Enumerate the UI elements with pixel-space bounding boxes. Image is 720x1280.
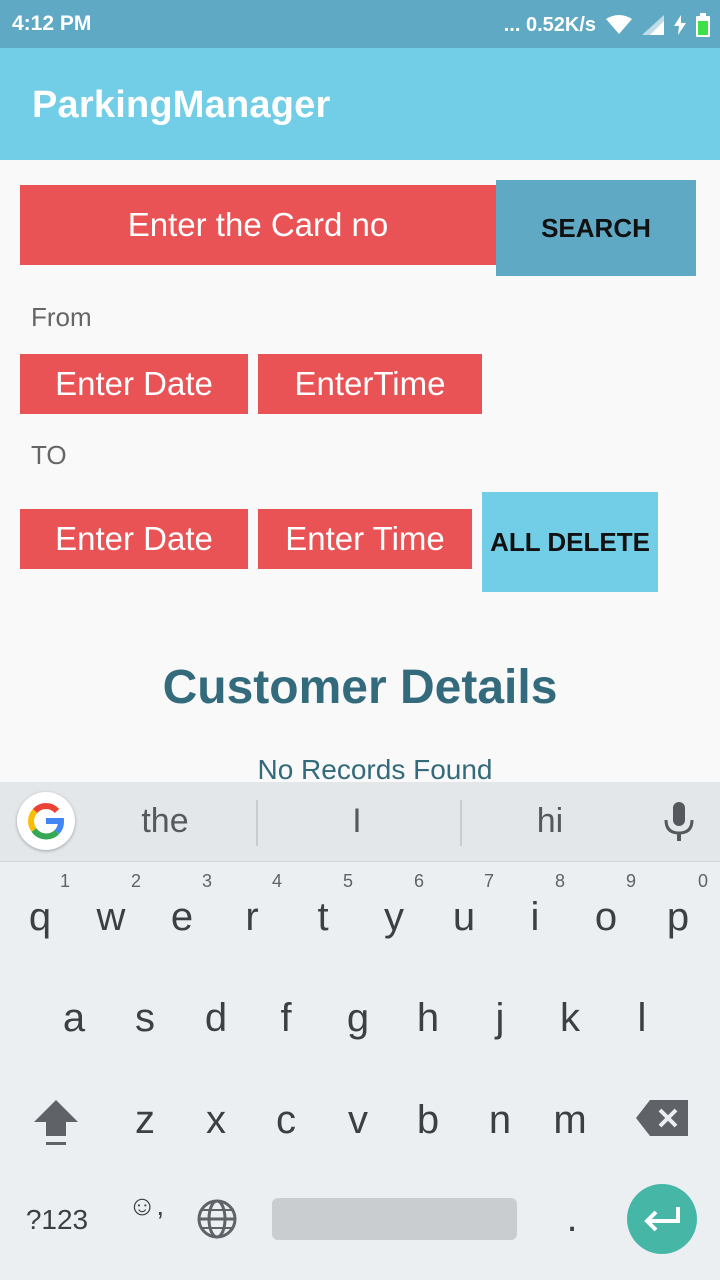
network-speed: ... 0.52K/s bbox=[503, 13, 596, 36]
key-o[interactable]: o9 bbox=[576, 871, 636, 940]
key-f[interactable]: f bbox=[256, 996, 316, 1041]
battery-icon bbox=[696, 13, 710, 37]
key-n[interactable]: n bbox=[470, 1098, 530, 1143]
key-label: r bbox=[245, 895, 259, 939]
key-q[interactable]: q1 bbox=[10, 871, 70, 940]
key-hint: 3 bbox=[201, 871, 212, 891]
card-number-input[interactable]: Enter the Card no bbox=[20, 185, 496, 265]
key-v[interactable]: v bbox=[328, 1098, 388, 1143]
key-j[interactable]: j bbox=[470, 996, 530, 1041]
to-label: TO bbox=[31, 440, 67, 470]
key-hint: 5 bbox=[342, 871, 353, 891]
app-title: ParkingManager bbox=[32, 84, 331, 126]
all-delete-button[interactable]: ALL DELETE bbox=[482, 492, 658, 592]
globe-icon[interactable] bbox=[196, 1198, 238, 1245]
suggestion-1[interactable]: the bbox=[100, 802, 230, 841]
key-i[interactable]: i8 bbox=[505, 871, 565, 940]
key-hint: 0 bbox=[697, 871, 708, 891]
key-d[interactable]: d bbox=[186, 996, 246, 1041]
key-l[interactable]: l bbox=[612, 996, 672, 1041]
key-r[interactable]: r4 bbox=[222, 871, 282, 940]
enter-icon bbox=[644, 1207, 680, 1232]
app-bar: ParkingManager bbox=[0, 48, 720, 160]
key-hint: 1 bbox=[59, 871, 70, 891]
key-hint: 4 bbox=[271, 871, 282, 891]
suggestion-bar: the I hi bbox=[0, 782, 720, 862]
key-label: t bbox=[317, 895, 329, 939]
key-x[interactable]: x bbox=[186, 1098, 246, 1143]
key-h[interactable]: h bbox=[398, 996, 458, 1041]
backspace-icon[interactable] bbox=[636, 1100, 688, 1141]
key-c[interactable]: c bbox=[256, 1098, 316, 1143]
emoji-key[interactable]: ☺, bbox=[116, 1190, 176, 1222]
key-label: q bbox=[28, 895, 52, 939]
divider bbox=[256, 800, 258, 846]
key-hint: 8 bbox=[554, 871, 565, 891]
key-b[interactable]: b bbox=[398, 1098, 458, 1143]
key-label: w bbox=[96, 895, 126, 939]
key-label: e bbox=[170, 895, 194, 939]
key-s[interactable]: s bbox=[115, 996, 175, 1041]
status-icons: ... 0.52K/s bbox=[504, 12, 710, 38]
key-a[interactable]: a bbox=[44, 996, 104, 1041]
from-label: From bbox=[31, 302, 92, 332]
key-hint: 2 bbox=[130, 871, 141, 891]
shift-icon[interactable] bbox=[30, 1096, 82, 1153]
status-time: 4:12 PM bbox=[12, 12, 92, 35]
key-m[interactable]: m bbox=[540, 1098, 600, 1143]
key-hint: 9 bbox=[625, 871, 636, 891]
from-time-field[interactable]: EnterTime bbox=[258, 354, 482, 414]
key-y[interactable]: y6 bbox=[364, 871, 424, 940]
from-date-field[interactable]: Enter Date bbox=[20, 354, 248, 414]
key-label: y bbox=[384, 895, 404, 939]
key-t[interactable]: t5 bbox=[293, 871, 353, 940]
key-label: u bbox=[452, 895, 476, 939]
suggestion-3[interactable]: hi bbox=[485, 802, 615, 841]
key-p[interactable]: p0 bbox=[648, 871, 708, 940]
microphone-icon[interactable] bbox=[662, 802, 696, 847]
suggestion-2[interactable]: I bbox=[292, 802, 422, 841]
key-label: i bbox=[530, 895, 540, 939]
search-button[interactable]: SEARCH bbox=[496, 180, 696, 276]
to-date-field[interactable]: Enter Date bbox=[20, 509, 248, 569]
google-g-icon[interactable] bbox=[17, 792, 75, 850]
enter-button[interactable] bbox=[627, 1184, 697, 1254]
key-e[interactable]: e3 bbox=[152, 871, 212, 940]
key-label: p bbox=[666, 895, 690, 939]
divider bbox=[460, 800, 462, 846]
wifi-icon bbox=[606, 15, 632, 35]
key-z[interactable]: z bbox=[115, 1098, 175, 1143]
key-label: o bbox=[594, 895, 618, 939]
key-w[interactable]: w2 bbox=[81, 871, 141, 940]
charging-icon bbox=[674, 15, 686, 35]
key-k[interactable]: k bbox=[540, 996, 600, 1041]
key-hint: 6 bbox=[413, 871, 424, 891]
to-time-field[interactable]: Enter Time bbox=[258, 509, 472, 569]
customer-details-title: Customer Details bbox=[162, 661, 558, 714]
key-hint: 7 bbox=[483, 871, 494, 891]
space-bar[interactable] bbox=[272, 1198, 517, 1240]
key-u[interactable]: u7 bbox=[434, 871, 494, 940]
period-key[interactable]: . bbox=[542, 1196, 602, 1241]
signal-icon bbox=[642, 15, 664, 35]
status-bar: 4:12 PM ... 0.52K/s bbox=[0, 0, 720, 48]
symbols-key[interactable]: ?123 bbox=[20, 1204, 94, 1236]
key-g[interactable]: g bbox=[328, 996, 388, 1041]
